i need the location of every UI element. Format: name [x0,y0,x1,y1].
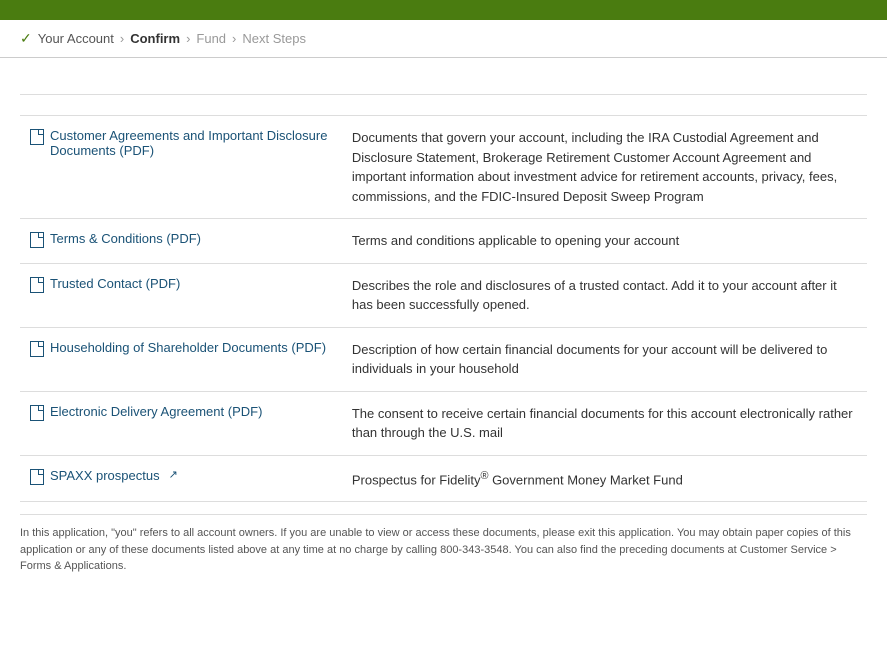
doc-link-3[interactable]: Householding of Shareholder Documents (P… [30,340,332,357]
doc-description: Prospectus for Fidelity® Government Mone… [342,455,867,502]
doc-description: Documents that govern your account, incl… [342,116,867,219]
breadcrumb-fund: Fund [196,31,226,46]
doc-link-cell[interactable]: Householding of Shareholder Documents (P… [20,327,342,391]
chevron-icon: › [232,31,236,46]
table-row: Electronic Delivery Agreement (PDF) The c… [20,391,867,455]
doc-description: The consent to receive certain financial… [342,391,867,455]
table-row: Householding of Shareholder Documents (P… [20,327,867,391]
doc-link-cell[interactable]: Customer Agreements and Important Disclo… [20,116,342,219]
document-icon [30,341,44,357]
document-icon [30,232,44,248]
documents-table: Customer Agreements and Important Disclo… [20,115,867,502]
document-icon [30,405,44,421]
doc-link-text: Customer Agreements and Important Disclo… [50,128,332,158]
doc-link-5[interactable]: SPAXX prospectus ↗ [30,468,332,485]
doc-link-text: Householding of Shareholder Documents (P… [50,340,326,355]
doc-description: Terms and conditions applicable to openi… [342,219,867,264]
doc-link-cell[interactable]: Trusted Contact (PDF) [20,263,342,327]
chevron-icon: › [186,31,190,46]
table-row: Trusted Contact (PDF) Describes the role … [20,263,867,327]
breadcrumb-your-account[interactable]: Your Account [38,31,114,46]
doc-link-cell[interactable]: Terms & Conditions (PDF) [20,219,342,264]
main-content: Customer Agreements and Important Disclo… [0,58,887,585]
doc-link-4[interactable]: Electronic Delivery Agreement (PDF) [30,404,332,421]
chevron-icon: › [120,31,124,46]
document-icon [30,129,44,145]
breadcrumb-next-steps: Next Steps [242,31,306,46]
doc-description: Description of how certain financial doc… [342,327,867,391]
page-title [20,78,867,95]
doc-link-1[interactable]: Terms & Conditions (PDF) [30,231,332,248]
checkmark-icon: ✓ [20,30,32,47]
site-header [0,0,887,20]
doc-description: Describes the role and disclosures of a … [342,263,867,327]
table-row: Terms & Conditions (PDF) Terms and condit… [20,219,867,264]
doc-link-cell[interactable]: Electronic Delivery Agreement (PDF) [20,391,342,455]
doc-link-text: Trusted Contact (PDF) [50,276,180,291]
breadcrumb-confirm: Confirm [130,31,180,46]
doc-link-text: SPAXX prospectus [50,468,160,483]
doc-link-2[interactable]: Trusted Contact (PDF) [30,276,332,293]
document-icon [30,277,44,293]
table-row: Customer Agreements and Important Disclo… [20,116,867,219]
doc-link-0[interactable]: Customer Agreements and Important Disclo… [30,128,332,158]
breadcrumb: ✓ Your Account › Confirm › Fund › Next S… [0,20,887,58]
external-link-icon: ↗ [169,468,178,481]
document-icon [30,469,44,485]
doc-link-text: Electronic Delivery Agreement (PDF) [50,404,262,419]
table-row: SPAXX prospectus ↗ Prospectus for Fidelit… [20,455,867,502]
footer-note: In this application, "you" refers to all… [20,514,867,575]
doc-link-text: Terms & Conditions (PDF) [50,231,201,246]
doc-link-cell[interactable]: SPAXX prospectus ↗ [20,455,342,502]
